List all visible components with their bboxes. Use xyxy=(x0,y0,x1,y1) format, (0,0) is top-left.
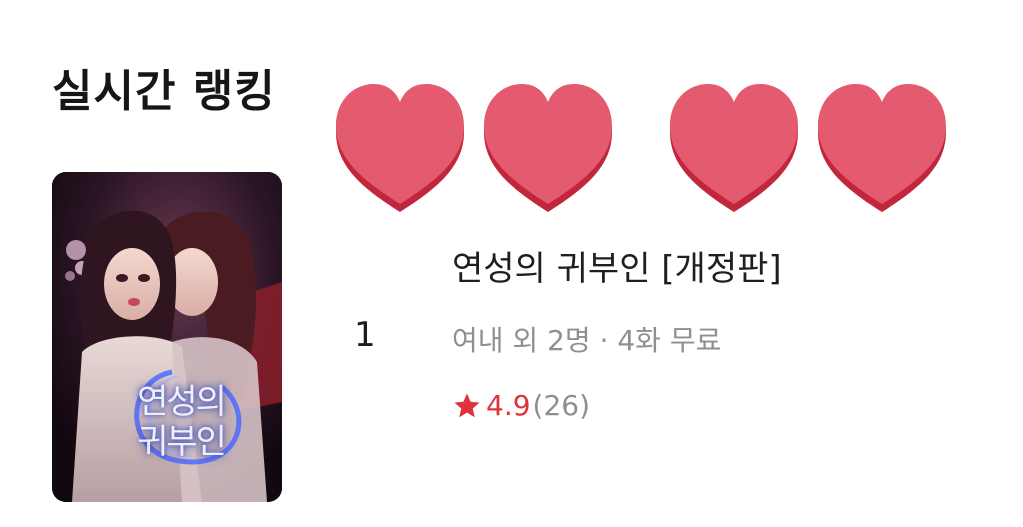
work-meta: 여내 외 2명 · 4화 무료 xyxy=(452,324,722,357)
cover-title: 연성의 귀부인 xyxy=(126,382,236,462)
hearts-decoration xyxy=(332,80,952,220)
cover-title-line2: 귀부인 xyxy=(137,422,227,462)
rating-count: (26) xyxy=(532,389,591,422)
heart-icon xyxy=(670,84,798,212)
cover-title-line1: 연성의 xyxy=(137,382,227,422)
section-title: 실시간 랭킹 xyxy=(52,66,276,117)
heart-icon xyxy=(484,84,612,212)
rank-number: 1 xyxy=(354,315,376,355)
work-title[interactable]: 연성의 귀부인 [개정판] xyxy=(452,252,782,286)
rating: 4.9 (26) xyxy=(452,388,590,424)
star-icon xyxy=(454,393,480,418)
heart-icon xyxy=(818,84,946,212)
rating-value: 4.9 xyxy=(486,389,531,422)
heart-icon xyxy=(336,84,464,212)
cover-thumbnail[interactable]: 연성의 귀부인 xyxy=(52,172,282,502)
